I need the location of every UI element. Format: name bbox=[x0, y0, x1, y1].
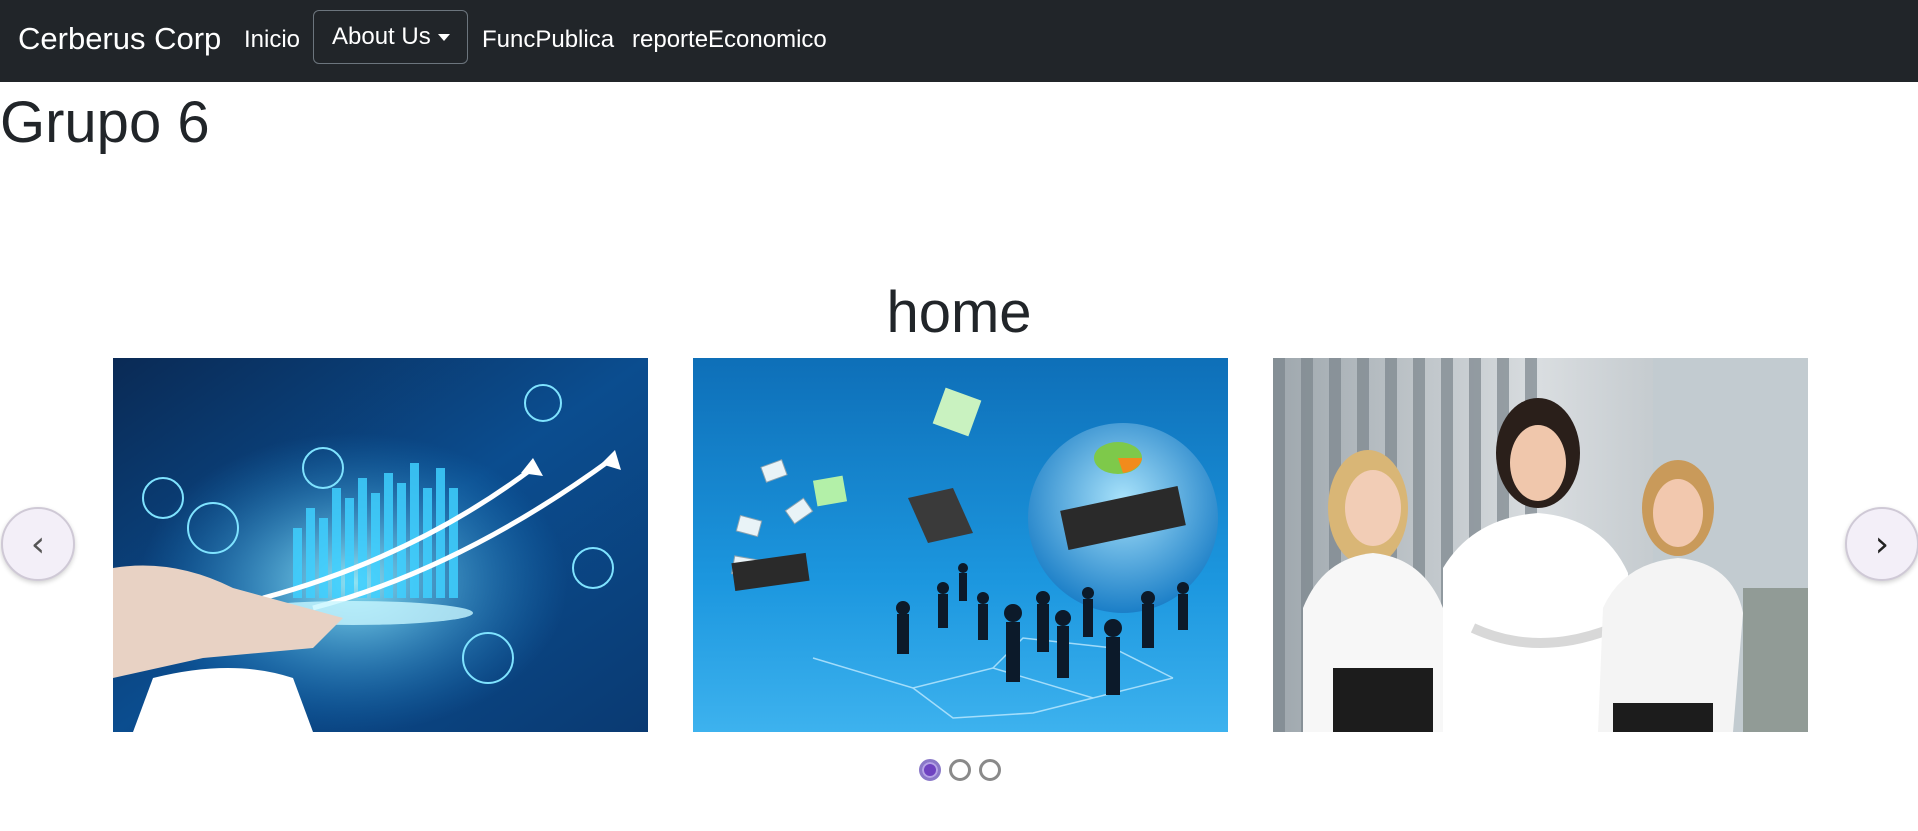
chevron-left-icon: ‹ bbox=[30, 523, 46, 565]
carousel-indicators bbox=[919, 759, 1001, 781]
carousel-slide-network[interactable] bbox=[693, 358, 1228, 732]
page-title: Grupo 6 bbox=[0, 90, 210, 155]
about-us-label: About Us bbox=[332, 23, 431, 50]
carousel-indicator-3[interactable] bbox=[979, 759, 1001, 781]
nav-link-inicio[interactable]: Inicio bbox=[244, 26, 300, 54]
caret-down-icon bbox=[437, 33, 450, 41]
carousel-indicator-2[interactable] bbox=[949, 759, 971, 781]
about-us-dropdown[interactable]: About Us bbox=[313, 10, 468, 64]
business-analytics-image bbox=[113, 358, 648, 732]
top-navbar: Cerberus Corp Inicio About Us FuncPublic… bbox=[0, 0, 1918, 82]
nav-link-reporteeconomico[interactable]: reporteEconomico bbox=[632, 26, 827, 54]
businesswomen-team-image bbox=[1273, 358, 1808, 732]
nav-link-funcpublica[interactable]: FuncPublica bbox=[482, 26, 614, 54]
carousel-slide-analytics[interactable] bbox=[113, 358, 648, 732]
carousel-slide-team[interactable] bbox=[1273, 358, 1808, 732]
global-network-image bbox=[693, 358, 1228, 732]
carousel-title: home bbox=[886, 280, 1032, 345]
carousel-next-button[interactable]: › bbox=[1845, 507, 1918, 581]
navbar-brand[interactable]: Cerberus Corp bbox=[18, 21, 221, 57]
chevron-right-icon: › bbox=[1874, 523, 1890, 565]
carousel-prev-button[interactable]: ‹ bbox=[1, 507, 75, 581]
carousel-indicator-1[interactable] bbox=[919, 759, 941, 781]
